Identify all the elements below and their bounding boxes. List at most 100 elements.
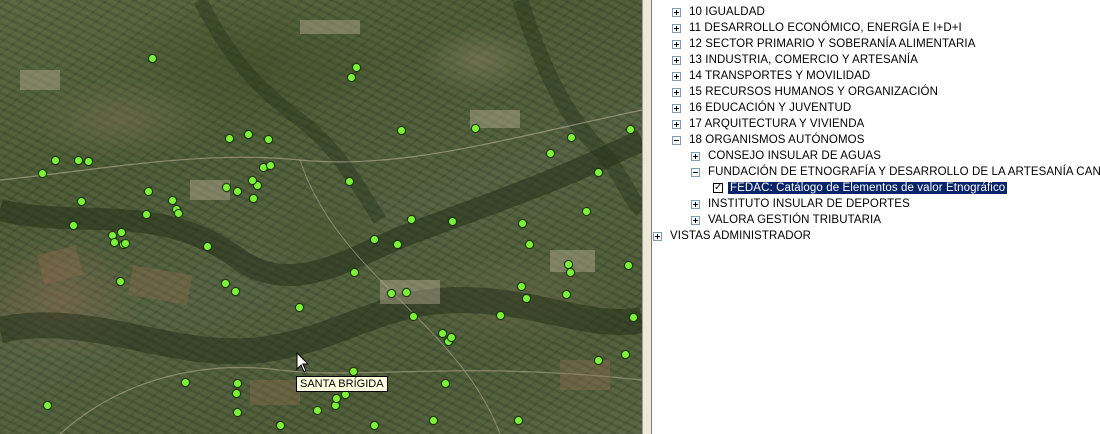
expand-icon[interactable] bbox=[672, 103, 681, 113]
tree-item[interactable]: 18 ORGANISMOS AUTÓNOMOS bbox=[672, 132, 864, 148]
poi-marker[interactable] bbox=[582, 207, 591, 216]
tree-item[interactable]: 16 EDUCACIÓN Y JUVENTUD bbox=[672, 100, 851, 116]
poi-marker[interactable] bbox=[518, 219, 527, 228]
tree-item[interactable]: 11 DESARROLLO ECONÓMICO, ENERGÍA E I+D+I bbox=[672, 20, 962, 36]
poi-marker[interactable] bbox=[174, 209, 183, 218]
poi-marker[interactable] bbox=[402, 288, 411, 297]
poi-marker[interactable] bbox=[116, 277, 125, 286]
poi-marker[interactable] bbox=[266, 161, 275, 170]
expand-icon[interactable] bbox=[691, 215, 700, 225]
poi-marker[interactable] bbox=[313, 406, 322, 415]
poi-marker[interactable] bbox=[621, 350, 630, 359]
poi-marker[interactable] bbox=[345, 177, 354, 186]
poi-marker[interactable] bbox=[626, 125, 635, 134]
poi-marker[interactable] bbox=[84, 157, 93, 166]
poi-marker[interactable] bbox=[629, 313, 638, 322]
poi-marker[interactable] bbox=[38, 169, 47, 178]
poi-marker[interactable] bbox=[447, 333, 456, 342]
poi-marker[interactable] bbox=[514, 416, 523, 425]
tree-item[interactable]: 13 INDUSTRIA, COMERCIO Y ARTESANÍA bbox=[672, 52, 918, 68]
poi-marker[interactable] bbox=[496, 311, 505, 320]
poi-marker[interactable] bbox=[397, 126, 406, 135]
poi-marker[interactable] bbox=[222, 183, 231, 192]
poi-marker[interactable] bbox=[409, 312, 418, 321]
poi-marker[interactable] bbox=[525, 240, 534, 249]
poi-marker[interactable] bbox=[117, 228, 126, 237]
poi-marker[interactable] bbox=[233, 187, 242, 196]
poi-marker[interactable] bbox=[43, 401, 52, 410]
poi-marker[interactable] bbox=[332, 394, 341, 403]
poi-marker[interactable] bbox=[276, 421, 285, 430]
poi-marker[interactable] bbox=[448, 217, 457, 226]
poi-marker[interactable] bbox=[264, 135, 273, 144]
poi-marker[interactable] bbox=[221, 279, 230, 288]
expand-icon[interactable] bbox=[691, 151, 700, 161]
poi-marker[interactable] bbox=[181, 378, 190, 387]
tree-item[interactable]: 14 TRANSPORTES Y MOVILIDAD bbox=[672, 68, 870, 84]
poi-marker[interactable] bbox=[142, 210, 151, 219]
tree-item[interactable]: 17 ARQUITECTURA Y VIVIENDA bbox=[672, 116, 864, 132]
poi-marker[interactable] bbox=[517, 282, 526, 291]
expand-icon[interactable] bbox=[672, 119, 681, 129]
poi-marker[interactable] bbox=[522, 294, 531, 303]
tree-item[interactable]: 15 RECURSOS HUMANOS Y ORGANIZACIÓN bbox=[672, 84, 938, 100]
poi-marker[interactable] bbox=[110, 238, 119, 247]
layer-checkbox[interactable]: ✓ bbox=[713, 183, 723, 193]
poi-marker[interactable] bbox=[393, 240, 402, 249]
poi-marker[interactable] bbox=[225, 134, 234, 143]
poi-marker[interactable] bbox=[121, 239, 130, 248]
poi-marker[interactable] bbox=[148, 54, 157, 63]
poi-marker[interactable] bbox=[594, 356, 603, 365]
poi-marker[interactable] bbox=[77, 197, 86, 206]
poi-marker[interactable] bbox=[232, 389, 241, 398]
expand-icon[interactable] bbox=[672, 55, 681, 65]
poi-marker[interactable] bbox=[387, 289, 396, 298]
poi-marker[interactable] bbox=[144, 187, 153, 196]
collapse-icon[interactable] bbox=[672, 135, 681, 145]
poi-marker[interactable] bbox=[471, 124, 480, 133]
poi-marker[interactable] bbox=[74, 156, 83, 165]
poi-marker[interactable] bbox=[51, 156, 60, 165]
tree-item[interactable]: VISTAS ADMINISTRADOR bbox=[653, 228, 811, 244]
tree-item[interactable]: ✓ FEDAC: Catálogo de Elementos de valor E… bbox=[713, 180, 1008, 196]
poi-marker[interactable] bbox=[350, 268, 359, 277]
pane-splitter[interactable] bbox=[642, 0, 652, 434]
poi-marker[interactable] bbox=[567, 133, 576, 142]
poi-marker[interactable] bbox=[407, 215, 416, 224]
poi-marker[interactable] bbox=[352, 63, 361, 72]
tree-item[interactable]: CONSEJO INSULAR DE AGUAS bbox=[691, 148, 881, 164]
poi-marker[interactable] bbox=[566, 268, 575, 277]
poi-marker[interactable] bbox=[249, 194, 258, 203]
poi-marker[interactable] bbox=[203, 242, 212, 251]
tree-item[interactable]: 12 SECTOR PRIMARIO Y SOBERANÍA ALIMENTAR… bbox=[672, 36, 975, 52]
poi-marker[interactable] bbox=[370, 235, 379, 244]
expand-icon[interactable] bbox=[672, 23, 681, 33]
poi-marker[interactable] bbox=[624, 261, 633, 270]
poi-marker[interactable] bbox=[370, 421, 379, 430]
poi-marker[interactable] bbox=[69, 221, 78, 230]
tree-item[interactable]: 10 IGUALDAD bbox=[672, 4, 765, 20]
poi-marker[interactable] bbox=[441, 379, 450, 388]
tree-item[interactable]: INSTITUTO INSULAR DE DEPORTES bbox=[691, 196, 910, 212]
expand-icon[interactable] bbox=[672, 71, 681, 81]
poi-marker[interactable] bbox=[295, 303, 304, 312]
map-view[interactable]: SANTA BRÍGIDA bbox=[0, 0, 642, 434]
expand-icon[interactable] bbox=[672, 7, 681, 17]
poi-marker[interactable] bbox=[347, 73, 356, 82]
poi-marker[interactable] bbox=[429, 416, 438, 425]
expand-icon[interactable] bbox=[672, 87, 681, 97]
poi-marker[interactable] bbox=[233, 408, 242, 417]
poi-marker[interactable] bbox=[248, 176, 257, 185]
expand-icon[interactable] bbox=[653, 231, 662, 241]
poi-marker[interactable] bbox=[562, 290, 571, 299]
expand-icon[interactable] bbox=[672, 39, 681, 49]
tree-item[interactable]: FUNDACIÓN DE ETNOGRAFÍA Y DESARROLLO DE … bbox=[691, 164, 1100, 180]
poi-marker[interactable] bbox=[233, 379, 242, 388]
tree-item[interactable]: VALORA GESTIÓN TRIBUTARIA bbox=[691, 212, 881, 228]
poi-marker[interactable] bbox=[546, 149, 555, 158]
poi-marker[interactable] bbox=[168, 196, 177, 205]
poi-marker[interactable] bbox=[231, 287, 240, 296]
poi-marker[interactable] bbox=[244, 130, 253, 139]
poi-marker[interactable] bbox=[349, 367, 358, 376]
expand-icon[interactable] bbox=[691, 199, 700, 209]
